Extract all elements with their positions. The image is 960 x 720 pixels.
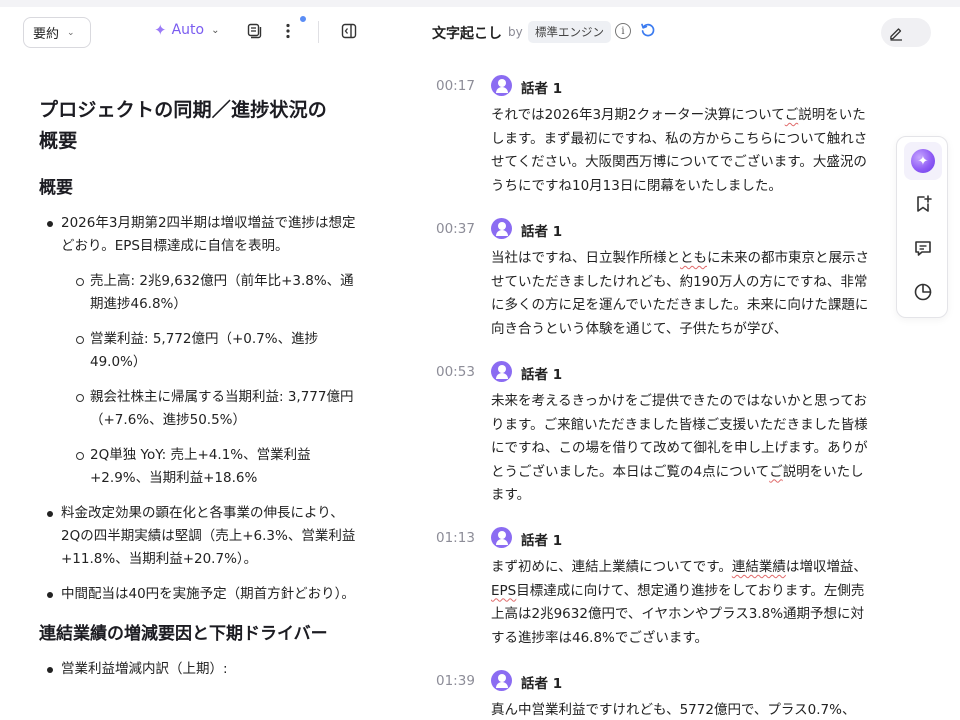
bullet-item: 料金改定効果の顕在化と各事業の伸長により、2Qの四半期実績は堅調（売上+6.3%…	[39, 502, 361, 571]
transcript-toolbar: 文字起こし by 標準エンジン i	[400, 7, 960, 57]
info-icon[interactable]: i	[615, 23, 631, 39]
summary-mode-select[interactable]: 要約 ⌄	[23, 17, 91, 48]
auto-label: Auto	[171, 22, 205, 38]
transcript-title: 文字起こし	[432, 26, 502, 42]
edit-button[interactable]	[881, 18, 931, 47]
refresh-icon[interactable]	[640, 22, 656, 42]
segment-text[interactable]: 未来を考えるきっかけをご提供できたのではないかと思っております。ご来館いただきま…	[491, 390, 874, 508]
segment-timestamp[interactable]: 00:17	[436, 78, 475, 94]
summary-title: プロジェクトの同期／進捗状況の 概要	[39, 99, 328, 152]
segment-timestamp[interactable]: 01:13	[436, 530, 475, 546]
sub-bullet-item: 営業利益: 5,772億円（+0.7%、進捗49.0%）	[61, 328, 361, 374]
speaker-name[interactable]: 話者 1	[521, 672, 562, 692]
segment-text[interactable]: まず初めに、連結上業績についてです。連結業績は増収増益、EPS目標達成に向けて、…	[491, 556, 874, 650]
engine-badge[interactable]: 標準エンジン	[528, 21, 611, 43]
pie-chart-icon	[914, 283, 932, 301]
speaker-name[interactable]: 話者 1	[521, 363, 562, 383]
speaker-name[interactable]: 話者 1	[521, 77, 562, 97]
by-label: by	[508, 25, 523, 39]
speaker-avatar	[491, 527, 512, 548]
bullet-item: 中間配当は40円を実施予定（期首方針どおり）。	[39, 583, 361, 606]
summary-mode-value: 要約	[33, 27, 60, 42]
speaker-name[interactable]: 話者 1	[521, 529, 562, 549]
window-top-strip	[0, 0, 960, 7]
segment-timestamp[interactable]: 01:39	[436, 673, 475, 689]
chart-button[interactable]	[904, 273, 942, 311]
speaker-name[interactable]: 話者 1	[521, 220, 562, 240]
bullet-item: 2026年3月期第2四半期は増収増益で進捗は想定どおり。EPS目標達成に自信を表…	[39, 212, 361, 490]
ai-assistant-icon: ✦	[911, 149, 935, 173]
auto-model-button[interactable]: ✦ Auto ⌄	[154, 21, 219, 39]
speaker-avatar	[491, 75, 512, 96]
notification-dot	[299, 15, 307, 23]
segment-text[interactable]: それでは2026年3月期2クォーター決算についてご説明をいたします。まず最初にで…	[491, 104, 874, 198]
sub-bullet-item: 売上高: 2兆9,632億円（前年比+3.8%、通期進捗46.8%）	[61, 270, 361, 316]
toolbar-divider	[318, 21, 319, 43]
transcript-pane: 文字起こし by 標準エンジン i 00:17 話者 1 それでは2026年3月…	[400, 7, 960, 720]
summary-toolbar: 要約 ⌄ ✦ Auto ⌄	[0, 7, 400, 57]
segment-text[interactable]: 当社はですね、日立製作所様とともに未来の都市東京と展示させていただきましたけれど…	[491, 247, 874, 341]
sparkle-icon: ✦	[154, 21, 167, 39]
pencil-icon	[890, 27, 902, 41]
speaker-avatar	[491, 361, 512, 382]
segment-text[interactable]: 真ん中営業利益ですけれども、5772億円で、プラス0.7%、	[491, 699, 874, 720]
speaker-avatar	[491, 218, 512, 239]
bullet-item: 営業利益増減内訳（上期）:	[39, 658, 361, 681]
chevron-down-icon: ⌄	[67, 27, 75, 38]
chevron-down-icon: ⌄	[211, 24, 220, 36]
copy-icon[interactable]	[244, 21, 264, 41]
segment-timestamp[interactable]: 00:37	[436, 221, 475, 237]
comment-icon	[915, 241, 931, 256]
sub-bullet-item: 親会社株主に帰属する当期利益: 3,777億円（+7.6%、進捗50.5%）	[61, 386, 361, 432]
more-vertical-icon[interactable]	[278, 21, 298, 41]
comment-button[interactable]	[904, 229, 942, 267]
panel-toggle-icon[interactable]	[339, 21, 359, 41]
tool-sidebar: ✦	[896, 136, 948, 318]
speaker-avatar	[491, 670, 512, 691]
bookmark-add-icon	[917, 195, 932, 212]
segment-timestamp[interactable]: 00:53	[436, 364, 475, 380]
summary-bullets: 2026年3月期第2四半期は増収増益で進捗は想定どおり。EPS目標達成に自信を表…	[39, 212, 361, 606]
section-heading: 連結業績の増減要因と下期ドライバー	[39, 624, 328, 644]
summary-bullets: 営業利益増減内訳（上期）:	[39, 658, 361, 681]
sub-bullets: 売上高: 2兆9,632億円（前年比+3.8%、通期進捗46.8%） 営業利益:…	[61, 270, 361, 490]
summary-pane: 要約 ⌄ ✦ Auto ⌄ プロジェクトの同期／進捗状況の 概要 概要 2026…	[0, 7, 400, 720]
bookmark-add-button[interactable]	[904, 185, 942, 223]
ai-assistant-button[interactable]: ✦	[904, 142, 942, 180]
section-heading: 概要	[39, 178, 73, 198]
sub-bullet-item: 2Q単独 YoY: 売上+4.1%、営業利益+2.9%、当期利益+18.6%	[61, 444, 361, 490]
summary-content: プロジェクトの同期／進捗状況の 概要 概要 2026年3月期第2四半期は増収増益…	[39, 95, 361, 693]
